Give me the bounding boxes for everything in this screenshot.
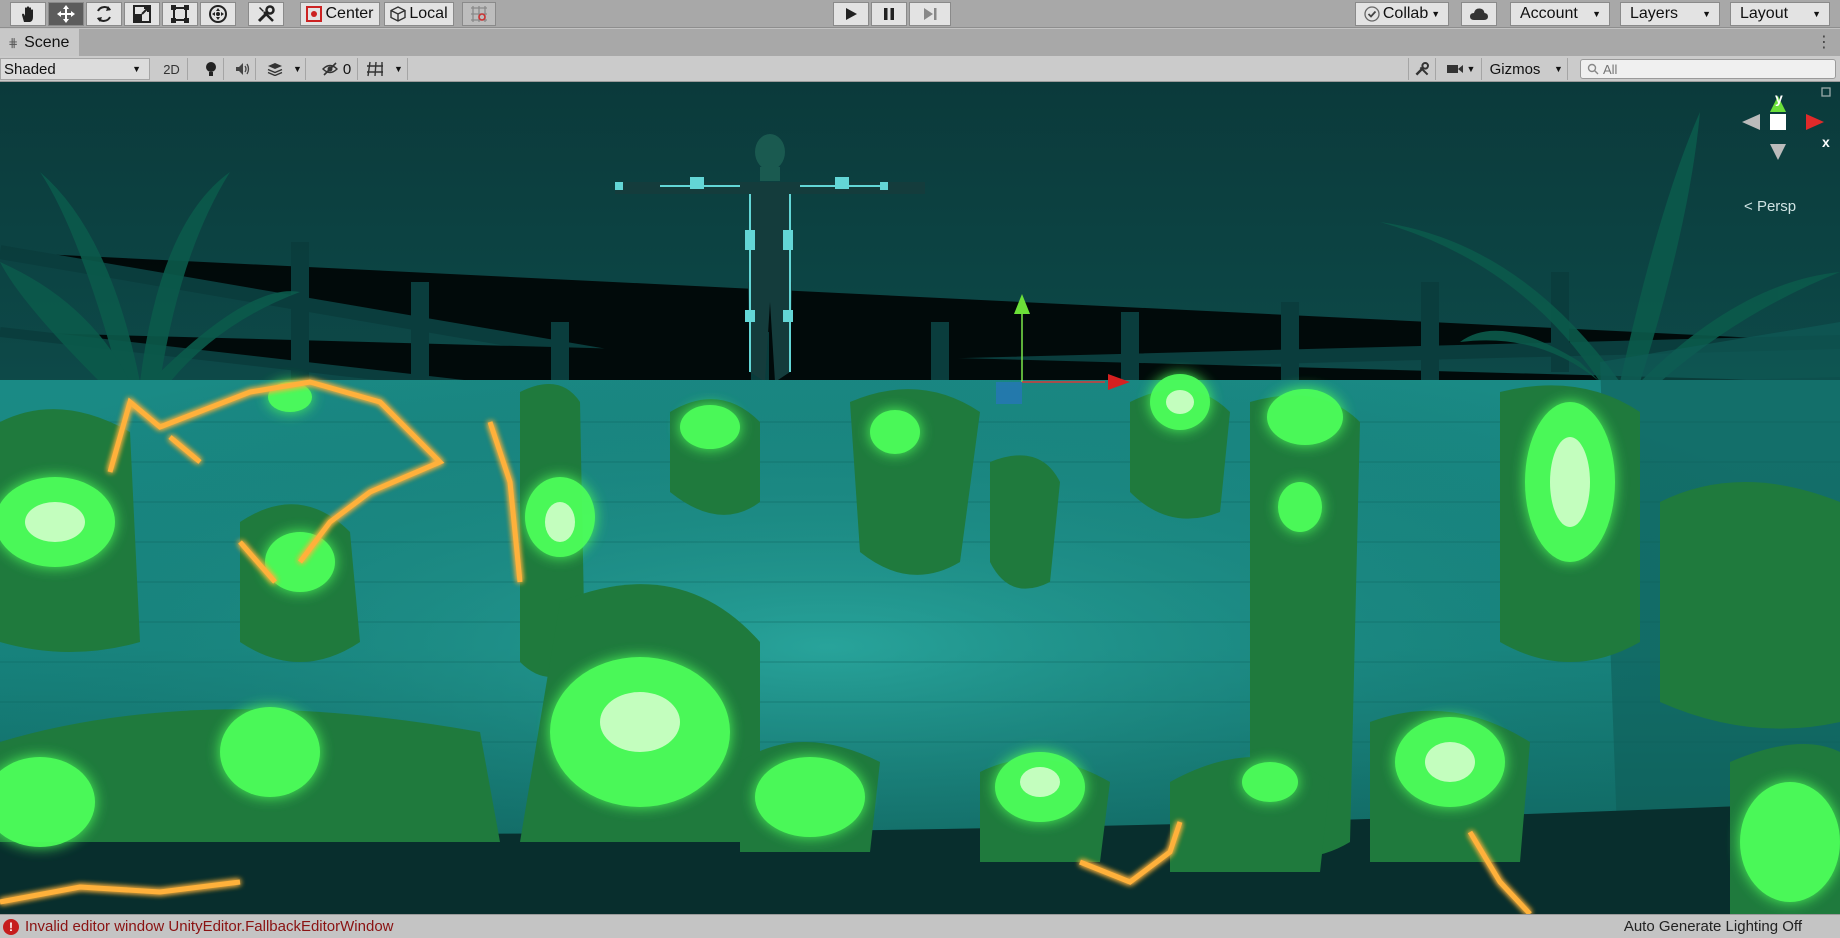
pause-button[interactable] xyxy=(871,2,907,26)
hand-tool-button[interactable] xyxy=(10,2,46,26)
lightbulb-icon xyxy=(205,62,216,76)
move-tool-button[interactable] xyxy=(48,2,84,26)
layers-dropdown[interactable]: Layers ▼ xyxy=(1620,2,1720,26)
main-toolbar: Center Local Collab ▼ Account ▼ Layers ▼… xyxy=(0,0,1840,28)
chevron-down-icon: ▼ xyxy=(1592,9,1601,19)
step-icon xyxy=(924,8,937,20)
scene-grid-icon: ⋕ xyxy=(8,35,19,50)
projection-toggle[interactable]: < Persp xyxy=(1744,198,1796,215)
hidden-count: 0 xyxy=(342,60,352,78)
pause-icon xyxy=(884,8,894,20)
chevron-down-icon: ▼ xyxy=(1466,64,1476,74)
lighting-status[interactable]: Auto Generate Lighting Off xyxy=(1624,918,1802,935)
transform-tool-button[interactable] xyxy=(200,2,236,26)
chevron-down-icon: ▼ xyxy=(1431,9,1441,19)
draw-mode-dropdown[interactable]: Shaded ▼ xyxy=(0,58,150,80)
scene-search-field[interactable] xyxy=(1580,59,1836,79)
effects-toggle[interactable] xyxy=(262,58,288,80)
hidden-objects-toggle[interactable]: 0 xyxy=(316,58,358,80)
projection-label: Persp xyxy=(1756,198,1797,215)
custom-tool-button[interactable] xyxy=(248,2,284,26)
cloud-button[interactable] xyxy=(1461,2,1497,26)
rotate-icon xyxy=(97,6,111,22)
grid-toggle[interactable] xyxy=(362,58,388,80)
error-icon: ! xyxy=(3,918,19,935)
gizmos-label: Gizmos xyxy=(1489,60,1541,78)
chevron-down-icon: ▼ xyxy=(1554,64,1563,74)
move-icon xyxy=(57,5,75,23)
chevron-down-icon: ▼ xyxy=(293,64,302,74)
chevron-down-icon: ▼ xyxy=(1702,9,1711,19)
handle-rotation-button[interactable]: Local xyxy=(384,2,454,26)
scene-tab[interactable]: ⋕ Scene xyxy=(0,29,80,56)
grid-snap-icon xyxy=(471,6,487,22)
chevron-left-icon: < xyxy=(1744,198,1753,215)
eye-slash-icon xyxy=(321,62,338,76)
scene-view-toolbar: Shaded ▼ 2D ▼ 0 ▼ ▼ Gizmos ▼ All xyxy=(0,56,1840,82)
scene-search-input[interactable] xyxy=(1603,61,1823,77)
local-cube-icon xyxy=(390,6,407,22)
grid-icon xyxy=(367,61,383,77)
account-label: Account xyxy=(1520,5,1578,22)
status-bar: ! Invalid editor window UnityEditor.Fall… xyxy=(0,914,1840,938)
pivot-mode-button[interactable]: Center xyxy=(300,2,380,26)
chevron-down-icon: ▼ xyxy=(1812,9,1821,19)
account-dropdown[interactable]: Account ▼ xyxy=(1510,2,1610,26)
scene-render xyxy=(0,112,1840,914)
chevron-down-icon: ▼ xyxy=(132,64,141,74)
layout-label: Layout xyxy=(1740,5,1789,22)
lighting-toggle[interactable] xyxy=(198,58,224,80)
search-icon xyxy=(1587,63,1599,75)
speaker-icon xyxy=(235,63,249,75)
layout-dropdown[interactable]: Layout ▼ xyxy=(1730,2,1830,26)
scene-tab-title: Scene xyxy=(24,33,70,51)
toggle-2d-button[interactable]: 2D xyxy=(156,58,188,80)
wrench-screwdriver-icon xyxy=(257,5,275,23)
camera-icon xyxy=(1446,65,1463,73)
scene-viewport[interactable]: y x < Persp xyxy=(0,82,1840,914)
handle-rotation-label: Local xyxy=(409,5,448,22)
effects-layers-icon xyxy=(267,63,283,76)
toggle-2d-label: 2D xyxy=(163,61,180,77)
wrench-icon xyxy=(1415,62,1429,76)
chevron-down-icon: ▼ xyxy=(394,64,403,74)
layers-label: Layers xyxy=(1630,5,1679,22)
scale-tool-button[interactable] xyxy=(124,2,160,26)
lock-icon[interactable] xyxy=(1821,87,1831,97)
tab-menu-icon[interactable]: ⋮ xyxy=(1816,32,1832,52)
axis-y-label: y xyxy=(1775,90,1783,106)
grid-snap-button[interactable] xyxy=(462,2,496,26)
pivot-mode-label: Center xyxy=(325,5,374,22)
step-button[interactable] xyxy=(909,2,951,26)
cloud-icon xyxy=(1470,8,1488,20)
scale-icon xyxy=(133,5,151,23)
gizmos-dropdown[interactable]: ▼ xyxy=(1550,58,1568,80)
play-button[interactable] xyxy=(833,2,869,26)
scene-tools-button[interactable] xyxy=(1408,58,1436,80)
draw-mode-label: Shaded xyxy=(4,60,56,78)
axis-x-label: x xyxy=(1822,134,1830,150)
collab-dropdown[interactable]: Collab ▼ xyxy=(1355,2,1449,26)
play-icon xyxy=(846,8,857,20)
scene-tab-bar: ⋕ Scene ⋮ xyxy=(0,29,1840,56)
transform-icon xyxy=(209,5,227,23)
grid-dropdown[interactable]: ▼ xyxy=(390,58,408,80)
effects-dropdown[interactable]: ▼ xyxy=(290,58,306,80)
camera-dropdown[interactable]: ▼ xyxy=(1440,58,1482,80)
rect-tool-button[interactable] xyxy=(162,2,198,26)
gizmos-button[interactable]: Gizmos xyxy=(1484,58,1546,80)
rect-transform-icon xyxy=(171,5,189,23)
orientation-gizmo[interactable] xyxy=(1738,82,1838,182)
hand-icon xyxy=(22,6,33,22)
rotate-tool-button[interactable] xyxy=(86,2,122,26)
audio-toggle[interactable] xyxy=(230,58,256,80)
collab-label: Collab xyxy=(1382,5,1429,22)
console-error-message[interactable]: Invalid editor window UnityEditor.Fallba… xyxy=(25,918,394,935)
collab-check-icon xyxy=(1364,6,1380,22)
pivot-center-icon xyxy=(306,6,323,22)
